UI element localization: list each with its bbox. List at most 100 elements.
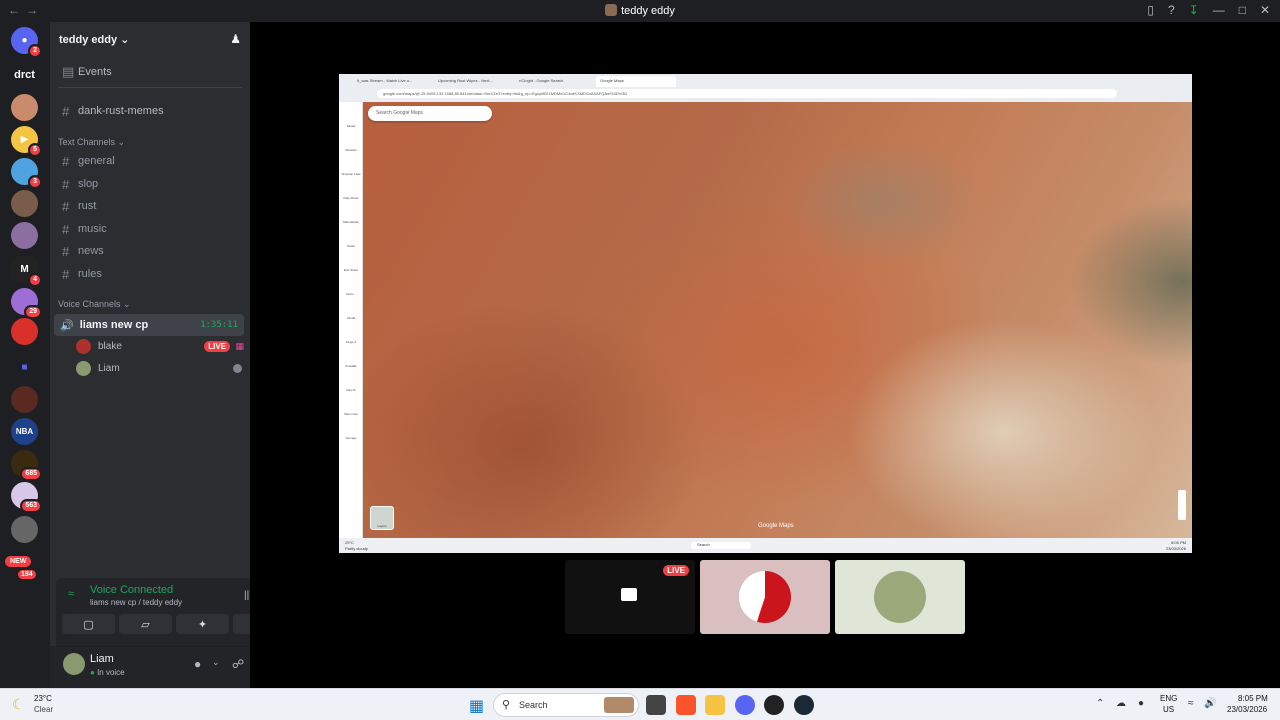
moon-weather-icon[interactable]: ☾ bbox=[12, 696, 25, 713]
discord-home-icon[interactable]: ● 2 bbox=[11, 27, 42, 58]
zoom-controls[interactable] bbox=[1178, 490, 1186, 520]
browser-tab-active[interactable]: Google Maps bbox=[596, 76, 676, 87]
server-icon-drct[interactable]: drct bbox=[11, 61, 38, 88]
file-explorer-icon[interactable] bbox=[705, 695, 725, 715]
maps-sidebar-item[interactable]: View more bbox=[341, 402, 361, 426]
voice-user-blake[interactable]: blake LIVE ▦ bbox=[76, 336, 244, 356]
clock-time[interactable]: 8:05 PM bbox=[1238, 694, 1268, 703]
channel-rules[interactable]: # rules bbox=[56, 264, 244, 284]
github-icon[interactable] bbox=[764, 695, 784, 715]
steam-icon[interactable] bbox=[794, 695, 814, 715]
windows-start-icon[interactable]: ▦ bbox=[469, 696, 484, 716]
tray-icon[interactable]: ☁ bbox=[1116, 698, 1126, 709]
task-view-icon[interactable] bbox=[646, 695, 666, 715]
voice-channel-liams-new-cp[interactable]: 🔊 liams new cp 1:35:11 bbox=[54, 314, 244, 336]
headphones-icon[interactable]: ☍ bbox=[232, 657, 244, 671]
maps-sidebar-item[interactable]: Yanda bbox=[341, 306, 361, 330]
maps-sidebar-item[interactable]: Day St bbox=[341, 378, 361, 402]
server-icon[interactable] bbox=[11, 190, 38, 217]
new-badge[interactable]: NEW bbox=[5, 556, 32, 567]
download-icon[interactable]: ↧ bbox=[1189, 3, 1199, 17]
browser-tab[interactable]: Upcoming Rust Wipes - Next... bbox=[434, 76, 514, 87]
events-item[interactable]: ▤ Events bbox=[56, 62, 244, 82]
category-voice-channels[interactable]: Voice Channels ⌄ bbox=[58, 299, 131, 310]
maps-sidebar-item[interactable]: Uluru... bbox=[341, 282, 361, 306]
maps-sidebar-item[interactable]: Eric Street bbox=[341, 258, 361, 282]
browser-tab[interactable]: r/Cloght - Google Search bbox=[515, 76, 595, 87]
server-icon[interactable] bbox=[11, 386, 38, 413]
channel-general[interactable]: # general bbox=[56, 151, 244, 171]
activities-button[interactable]: ✦ bbox=[176, 614, 229, 634]
minimize-icon[interactable]: — bbox=[1213, 3, 1225, 17]
discord-taskbar-icon[interactable] bbox=[735, 695, 755, 715]
wifi-icon[interactable]: ≈ bbox=[1188, 698, 1194, 709]
invite-people-icon[interactable]: ♟ bbox=[230, 32, 241, 46]
live-badge: LIVE bbox=[663, 565, 689, 576]
maps-sidebar-item[interactable]: Kinsdale bbox=[341, 354, 361, 378]
close-icon[interactable]: ✕ bbox=[1260, 3, 1270, 17]
channel-music[interactable]: # music bbox=[56, 219, 244, 239]
server-icon[interactable]: 3 bbox=[11, 158, 42, 189]
maps-sidebar-item[interactable]: Recents bbox=[341, 138, 361, 162]
satellite-map[interactable]: Search Google Maps Layers Google Maps bbox=[363, 102, 1192, 538]
screen-share-button[interactable]: ▱ bbox=[119, 614, 172, 634]
participant-tile-blake[interactable] bbox=[700, 560, 830, 634]
microphone-tray-icon[interactable]: ● bbox=[1138, 698, 1144, 709]
browser-chrome: It_was Stream - Watch Live o... Upcoming… bbox=[339, 74, 1192, 102]
windows-taskbar: ☾ 23°C Clear ▦ ⚲ Search ⌃ ☁ ● ENG US ≈ 🔊… bbox=[0, 688, 1280, 720]
server-icon-nba[interactable]: NBA bbox=[11, 418, 38, 445]
server-icon[interactable] bbox=[11, 222, 38, 249]
search-highlight-image bbox=[604, 697, 634, 713]
help-icon[interactable]: ? bbox=[1168, 3, 1175, 17]
voice-user-liam[interactable]: Liam bbox=[76, 358, 244, 378]
brave-browser-icon[interactable] bbox=[676, 695, 696, 715]
channel-rust[interactable]: # rust bbox=[56, 196, 244, 216]
maps-sidebar-item[interactable]: Kings 2 bbox=[341, 330, 361, 354]
volume-icon[interactable]: 🔊 bbox=[1204, 698, 1216, 709]
avatar bbox=[874, 571, 926, 623]
maximize-icon[interactable]: □ bbox=[1239, 3, 1246, 17]
channel-slop[interactable]: # slop bbox=[56, 174, 244, 194]
maps-sidebar-item[interactable]: Marmaduke Road bbox=[341, 210, 361, 258]
maps-sidebar-item[interactable]: Park Street bbox=[341, 186, 361, 210]
microphone-icon[interactable]: ● bbox=[194, 657, 201, 671]
server-icon[interactable] bbox=[11, 318, 38, 345]
folder-icon[interactable]: ■ bbox=[11, 354, 38, 381]
maps-search-input[interactable]: Search Google Maps bbox=[368, 106, 492, 121]
server-icon[interactable]: 29 bbox=[11, 288, 42, 319]
camera-off-button[interactable]: ▢ bbox=[62, 614, 115, 634]
taskbar-search-input[interactable]: ⚲ Search bbox=[493, 693, 639, 717]
search-icon: ⚲ bbox=[502, 699, 511, 711]
language-indicator[interactable]: ENG bbox=[1160, 694, 1177, 703]
category-text-channels[interactable]: Text Channels ⌄ bbox=[58, 137, 125, 148]
server-icon[interactable] bbox=[11, 94, 38, 121]
chevron-down-icon[interactable]: ⌄ bbox=[212, 657, 220, 668]
title-bar: ←→ teddy eddy ▯ ? ↧ — □ ✕ bbox=[0, 0, 1280, 22]
voice-connected-subtitle[interactable]: liams new cp / teddy eddy bbox=[90, 598, 182, 607]
channel-news[interactable]: # news bbox=[56, 241, 244, 261]
layers-button[interactable]: Layers bbox=[370, 506, 394, 530]
avatar[interactable] bbox=[63, 653, 85, 675]
google-maps-logo: Google Maps bbox=[758, 523, 794, 529]
username[interactable]: Liam bbox=[90, 653, 114, 665]
live-badge: LIVE bbox=[204, 340, 230, 352]
server-icon[interactable]: 563 bbox=[11, 482, 42, 513]
server-icon[interactable]: M4 bbox=[11, 256, 42, 287]
badge: 2 bbox=[28, 44, 42, 58]
server-icon[interactable]: 685 bbox=[11, 450, 42, 481]
shared-screen[interactable]: It_was Stream - Watch Live o... Upcoming… bbox=[339, 74, 1192, 553]
maps-sidebar-item[interactable]: Get app bbox=[341, 426, 361, 450]
server-header[interactable]: teddy eddy ⌄ ♟ bbox=[50, 22, 250, 56]
channel-dank-rust-memes[interactable]: # dank-rust-memes bbox=[56, 101, 244, 121]
participant-tile-liam[interactable] bbox=[835, 560, 965, 634]
weather-temp[interactable]: 23°C bbox=[34, 694, 52, 703]
maps-sidebar-item[interactable]: Simpson Lake bbox=[341, 162, 361, 186]
server-icon[interactable] bbox=[11, 516, 38, 543]
server-icon[interactable]: ▶ 5 bbox=[11, 126, 42, 157]
browser-tab[interactable]: It_was Stream - Watch Live o... bbox=[353, 76, 433, 87]
stream-thumbnail[interactable]: LIVE bbox=[565, 560, 695, 634]
inbox-icon[interactable]: ▯ bbox=[1147, 3, 1154, 17]
maps-sidebar-item[interactable]: Saved bbox=[341, 114, 361, 138]
chevron-up-icon[interactable]: ⌃ bbox=[1096, 698, 1104, 709]
url-bar[interactable]: google.com/maps/@-25.9405,133.1588,85.84… bbox=[377, 89, 1117, 98]
